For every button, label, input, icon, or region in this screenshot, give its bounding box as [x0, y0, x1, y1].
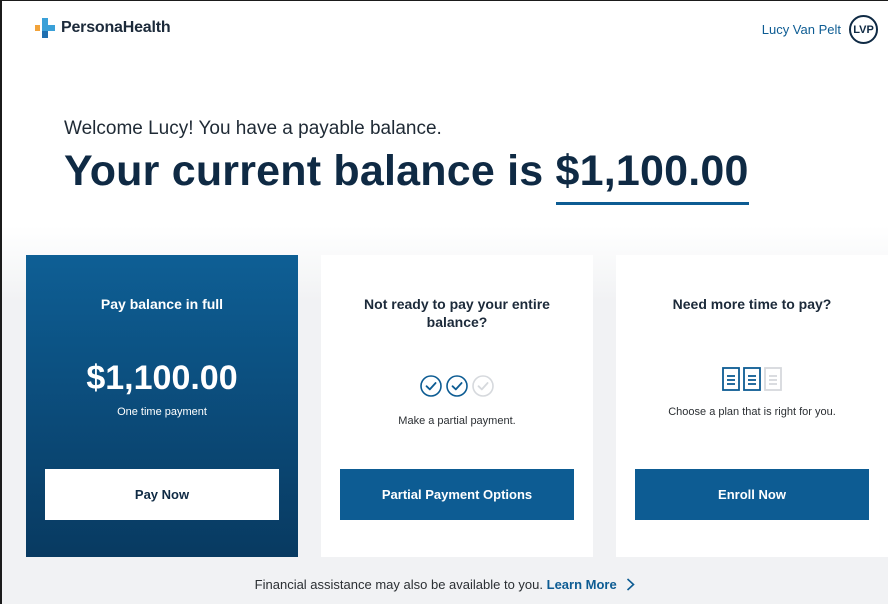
logo[interactable]: PersonaHealth — [35, 18, 171, 38]
full-amount-caption: One time payment — [117, 406, 207, 418]
card-title: Pay balance in full — [100, 296, 224, 312]
pay-now-button[interactable]: Pay Now — [45, 469, 279, 520]
document-icon — [743, 367, 761, 391]
document-icon — [722, 367, 740, 391]
balance-amount: $1,100.00 — [555, 147, 749, 205]
partial-payment-card: Not ready to pay your entire balance? Ma… — [321, 255, 593, 557]
check-circle-icon — [420, 375, 442, 397]
full-amount: $1,100.00 — [86, 359, 238, 397]
enroll-now-button[interactable]: Enroll Now — [635, 469, 869, 520]
persona-health-logo-icon — [35, 18, 55, 38]
learn-more-link[interactable]: Learn More — [547, 577, 617, 592]
plan-caption: Choose a plan that is right for you. — [668, 406, 836, 418]
chevron-right-icon[interactable] — [626, 577, 636, 594]
check-circle-faded-icon — [472, 375, 494, 397]
avatar[interactable]: LVP — [849, 15, 878, 44]
partial-payment-options-button[interactable]: Partial Payment Options — [340, 469, 574, 520]
document-faded-icon — [764, 367, 782, 391]
footer-text: Financial assistance may also be availab… — [254, 577, 543, 592]
financial-assistance-footer: Financial assistance may also be availab… — [2, 577, 888, 594]
balance-heading-prefix: Your current balance is — [64, 147, 544, 195]
balance-heading: Your current balance is $1,100.00 — [64, 147, 749, 205]
partial-caption: Make a partial payment. — [398, 415, 516, 427]
welcome-message: Welcome Lucy! You have a payable balance… — [64, 118, 442, 139]
plan-icons — [616, 367, 888, 391]
user-name[interactable]: Lucy Van Pelt — [762, 22, 841, 37]
user-menu[interactable]: Lucy Van Pelt LVP — [762, 15, 878, 44]
page: PersonaHealth Lucy Van Pelt LVP Welcome … — [0, 0, 888, 604]
card-title: Need more time to pay? — [672, 296, 832, 312]
pay-in-full-card: Pay balance in full $1,100.00 One time p… — [26, 255, 298, 557]
card-title: Not ready to pay your entire balance? — [364, 296, 550, 330]
payment-plan-card: Need more time to pay? Choose a plan tha… — [616, 255, 888, 557]
logo-text: PersonaHealth — [61, 19, 171, 36]
partial-icons — [321, 375, 593, 397]
check-circle-icon — [446, 375, 468, 397]
